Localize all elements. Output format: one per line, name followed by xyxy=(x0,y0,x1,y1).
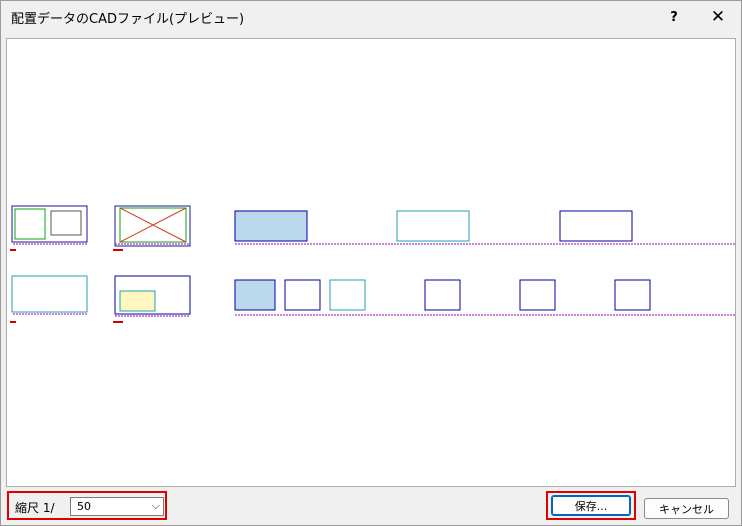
window-title: 配置データのCADファイル(プレビュー) xyxy=(11,12,245,27)
save-button-highlight: 保存... xyxy=(546,491,636,520)
cad-drawing-preview xyxy=(10,205,735,323)
close-icon[interactable]: ✕ xyxy=(699,1,737,33)
scale-label: 縮尺 1/ xyxy=(15,501,55,515)
help-icon[interactable]: ? xyxy=(655,1,693,33)
dialog-footer: 縮尺 1/ 50 ⌵ 保存... キャンセル xyxy=(1,489,741,525)
title-bar: 配置データのCADファイル(プレビュー) ? ✕ xyxy=(1,1,741,33)
chevron-down-icon: ⌵ xyxy=(151,499,160,512)
scale-group: 縮尺 1/ 50 ⌵ xyxy=(7,491,167,520)
dialog-window: 配置データのCADファイル(プレビュー) ? ✕ 縮尺 1/ 50 ⌵ 保存..… xyxy=(0,0,742,526)
scale-value: 50 xyxy=(77,500,91,513)
save-button[interactable]: 保存... xyxy=(551,495,631,516)
cancel-button[interactable]: キャンセル xyxy=(644,498,729,519)
cad-preview-area xyxy=(6,38,736,487)
scale-dropdown[interactable]: 50 ⌵ xyxy=(70,497,164,516)
